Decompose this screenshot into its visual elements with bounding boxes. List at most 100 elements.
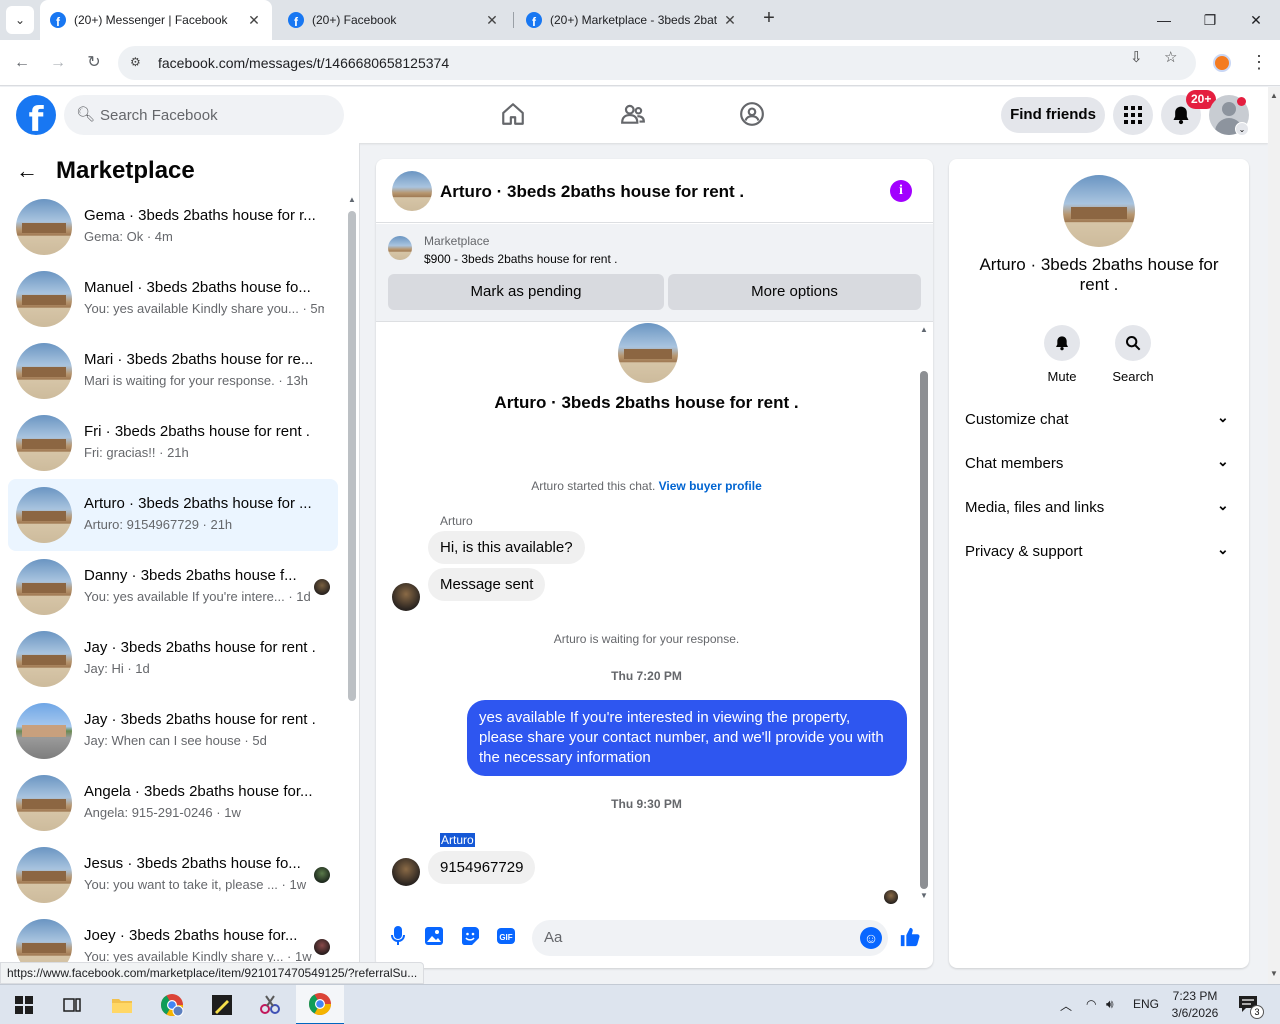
chat-title[interactable]: Arturo · 3beds 2baths house for rent . [440,182,744,202]
chat-members-section[interactable]: Chat members ⌄ [949,443,1249,487]
find-friends-button[interactable]: Find friends [1001,97,1105,133]
reload-button[interactable]: ↻ [82,51,106,75]
conversation-preview: Mari is waiting for your response. · 13h [84,373,308,388]
scroll-up-icon[interactable]: ▲ [920,325,928,334]
system-clock[interactable]: 7:23 PM 3/6/2026 [1166,988,1224,1022]
tab-messenger[interactable]: f (20+) Messenger | Facebook ✕ [40,0,272,40]
gif-icon[interactable]: GIF [494,926,518,950]
back-arrow-icon[interactable]: ← [16,158,38,184]
more-options-button[interactable]: More options [668,274,921,310]
new-tab-button[interactable]: + [758,8,780,30]
incoming-message[interactable]: 9154967729 [428,851,536,884]
wifi-icon[interactable]: ◠ [1086,997,1096,1011]
sender-avatar[interactable] [392,858,420,886]
input-language[interactable]: ENG [1133,997,1159,1011]
scroll-thumb[interactable] [920,371,928,889]
section-label: Chat members [965,455,1064,472]
mark-as-pending-button[interactable]: Mark as pending [388,274,664,310]
menu-grid-button[interactable] [1113,95,1153,135]
conversation-name: Jesus · 3beds 2baths house fo... [84,855,301,872]
url-text[interactable]: facebook.com/messages/t/1466680658125374 [158,55,449,71]
marketplace-sidebar: ← Marketplace Gema · 3beds 2baths house … [0,143,360,984]
back-button[interactable]: ← [10,51,34,75]
like-thumbs-up-icon[interactable] [898,926,922,950]
groups-icon[interactable] [738,101,766,129]
photo-icon[interactable] [422,926,446,950]
conversation-item[interactable]: Fri · 3beds 2baths house for rent . Fri:… [8,407,338,479]
close-window-button[interactable]: ✕ [1244,8,1268,32]
incoming-message[interactable]: Hi, is this available? [428,531,585,564]
conversation-item[interactable]: Mari · 3beds 2baths house for re... Mari… [8,335,338,407]
listing-price-title[interactable]: $900 - 3beds 2baths house for rent . [424,252,617,266]
scroll-thumb[interactable] [348,211,356,701]
page-scrollbar[interactable]: ▲ ▼ [1268,87,1280,984]
conversation-item[interactable]: Jesus · 3beds 2baths house fo... You: yo… [8,839,338,911]
friends-icon[interactable] [619,101,647,129]
home-icon[interactable] [499,101,527,129]
sender-avatar[interactable] [392,583,420,611]
scroll-up-icon[interactable]: ▲ [348,195,356,204]
minimize-window-button[interactable]: — [1152,8,1176,32]
info-icon[interactable]: i [890,180,912,202]
facebook-logo-icon[interactable]: f [16,95,56,135]
conversation-item[interactable]: Gema · 3beds 2baths house for r... Gema:… [8,191,338,263]
microphone-icon[interactable] [386,926,410,950]
conversation-item[interactable]: Angela · 3beds 2baths house for... Angel… [8,767,338,839]
facebook-favicon-icon: f [526,12,542,28]
sticker-icon[interactable] [458,926,482,950]
message-input[interactable]: Aa ☺ [532,920,888,956]
close-tab-icon[interactable]: ✕ [722,12,738,29]
privacy-support-section[interactable]: Privacy & support ⌄ [949,531,1249,575]
chevron-down-icon[interactable]: ⌄ [1235,122,1249,136]
url-omnibox[interactable]: ⚙ facebook.com/messages/t/14666806581253… [118,46,1196,80]
listing-thumbnail[interactable] [388,236,412,260]
conversation-item[interactable]: Manuel · 3beds 2baths house fo... You: y… [8,263,338,335]
conversation-name: Jay · 3beds 2baths house for rent . [84,711,316,728]
snipping-tool-icon[interactable] [246,985,294,1024]
conversation-item[interactable]: Jay · 3beds 2baths house for rent . Jay:… [8,695,338,767]
close-tab-icon[interactable]: ✕ [484,12,500,29]
scroll-up-icon[interactable]: ▲ [1270,91,1278,100]
outgoing-message[interactable]: yes available If you're interested in vi… [467,700,907,776]
extension-icon[interactable] [1213,54,1231,72]
tab-facebook[interactable]: f (20+) Facebook ✕ [278,0,510,40]
facebook-search-box[interactable]: 🔍︎ Search Facebook [64,95,344,135]
bell-icon[interactable] [1044,325,1080,361]
search-icon[interactable] [1115,325,1151,361]
customize-chat-section[interactable]: Customize chat ⌄ [949,399,1249,443]
scroll-down-icon[interactable]: ▼ [1270,969,1278,978]
search-placeholder: Search Facebook [100,107,218,124]
conversation-item[interactable]: Danny · 3beds 2baths house f... You: yes… [8,551,338,623]
sticky-notes-icon[interactable] [198,985,246,1024]
conversation-item-selected[interactable]: Arturo · 3beds 2baths house for ... Artu… [8,479,338,551]
emoji-icon[interactable]: ☺ [860,927,882,949]
chat-scrollbar[interactable]: ▲ ▼ [917,323,931,903]
close-tab-icon[interactable]: ✕ [246,12,262,29]
media-files-links-section[interactable]: Media, files and links ⌄ [949,487,1249,531]
task-view-icon[interactable] [48,985,96,1024]
forward-button[interactable]: → [46,51,70,75]
chevron-down-icon: ⌄ [1217,409,1229,425]
chat-avatar[interactable] [392,171,432,211]
bookmark-star-icon[interactable]: ☆ [1164,48,1177,66]
site-info-icon[interactable]: ⚙ [130,55,141,69]
tab-marketplace[interactable]: f (20+) Marketplace - 3beds 2bat ✕ [516,0,748,40]
file-explorer-icon[interactable] [98,985,146,1024]
chrome-icon[interactable] [296,985,344,1024]
view-buyer-profile-link[interactable]: View buyer profile [659,479,762,493]
scroll-down-icon[interactable]: ▼ [920,891,928,900]
tab-search-button[interactable]: ⌄ [6,6,34,34]
start-button[interactable] [0,985,48,1024]
incoming-message[interactable]: Message sent [428,568,546,601]
install-app-icon[interactable]: ⇩ [1130,48,1143,66]
mute-action[interactable]: Mute [1034,325,1090,384]
search-action[interactable]: Search [1105,325,1161,384]
browser-menu-icon[interactable]: ⋮ [1250,52,1268,73]
conversation-item[interactable]: Jay · 3beds 2baths house for rent . Jay:… [8,623,338,695]
sidebar-scrollbar[interactable]: ▲ [346,193,358,983]
conversation-preview: Arturo: 9154967729 · 21h [84,517,233,532]
tray-overflow-chevron-icon[interactable]: ︿ [1060,997,1072,1014]
chrome-profile-icon[interactable] [148,985,196,1024]
volume-icon[interactable]: 🔊︎ [1106,997,1114,1012]
restore-window-button[interactable]: ❐ [1198,8,1222,32]
